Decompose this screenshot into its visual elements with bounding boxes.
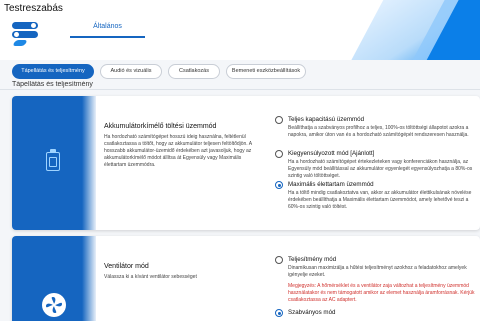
- chip-power-performance[interactable]: Tápellátás és teljesítmény: [12, 64, 94, 79]
- radio-button[interactable]: [275, 116, 283, 124]
- battery-icon: [46, 149, 60, 171]
- chip-input-devices[interactable]: Bemeneti eszközbeállítások: [226, 64, 306, 79]
- radio-button[interactable]: [275, 150, 283, 158]
- option-label: Kiegyensúlyozott mód [Ajánlott]: [288, 150, 375, 157]
- radio-button-selected[interactable]: [275, 309, 283, 317]
- option-description: Ha a hordozható számítógépet értekezlete…: [288, 159, 473, 179]
- tab-active-indicator: [70, 36, 145, 38]
- battery-charging-card: Akkumulátorkímélő töltési üzemmód Ha hor…: [12, 96, 480, 230]
- option-label: Szabványos mód: [288, 309, 336, 316]
- card-description: Ha hordozható számítógépet hosszú ideig …: [104, 134, 252, 168]
- option-label: Maximális élettartam üzemmód: [288, 181, 374, 188]
- option-description: Dinamikusan maximizálja a hűtési teljesí…: [288, 265, 467, 278]
- option-label: Teljesítmény mód: [288, 256, 337, 263]
- category-chip-row: Tápellátás és teljesítmény Audió és vizu…: [0, 62, 480, 82]
- option-warning: Megjegyzés: A hőmérséklet és a ventiláto…: [288, 283, 475, 303]
- fan-mode-card: Ventilátor mód Válassza ki a kívánt vent…: [12, 236, 480, 321]
- app-logo-icon: [12, 22, 40, 48]
- header: Testreszabás Általános: [0, 0, 480, 60]
- option-description: Beállíthatja a szabványos profilhoz a te…: [288, 125, 469, 138]
- fan-icon: [42, 293, 66, 317]
- chip-connectivity[interactable]: Csatlakozás: [168, 64, 220, 79]
- option-label: Teljes kapacitású üzemmód: [288, 116, 365, 123]
- chip-audio-visual[interactable]: Audió és vizuális: [100, 64, 162, 79]
- card-description: Válassza ki a kívánt ventilátor sebesség…: [104, 274, 197, 280]
- app-title: Testreszabás: [4, 3, 63, 14]
- card-side-panel: [12, 236, 96, 321]
- card-side-panel: [12, 96, 96, 230]
- radio-button[interactable]: [275, 256, 283, 264]
- divider: [0, 89, 480, 90]
- radio-button-selected[interactable]: [275, 181, 283, 189]
- card-title: Ventilátor mód: [104, 263, 149, 270]
- card-title: Akkumulátorkímélő töltési üzemmód: [104, 123, 217, 130]
- header-decoration: [330, 0, 480, 60]
- option-description: Ha a töltő mindig csatlakoztatva van, ak…: [288, 190, 472, 210]
- app-window: Testreszabás Általános Tápellátás és tel…: [0, 0, 480, 321]
